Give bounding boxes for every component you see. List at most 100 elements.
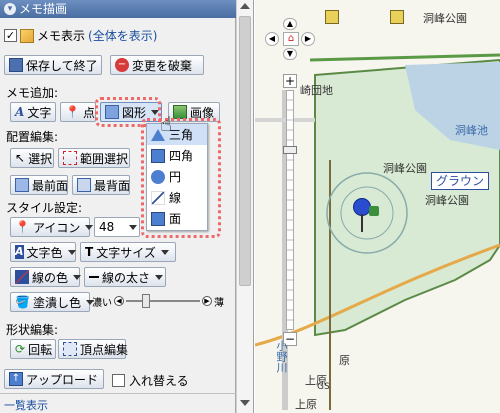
scroll-down-arrow-icon[interactable] [240, 400, 250, 406]
placed-pin-icon[interactable] [347, 198, 377, 234]
upload-button[interactable]: ↑ アップロード [4, 369, 104, 389]
slider-left-arrow-icon[interactable]: ◀ [114, 296, 124, 306]
map-label-park: 洞峰公園 [425, 194, 469, 207]
icon-size-select[interactable]: 48 [94, 217, 140, 237]
image-icon [173, 105, 187, 119]
discard-button[interactable]: − 変更を破棄 [110, 55, 204, 75]
panel-title-bar[interactable]: ▾ メモ描画 [0, 0, 236, 18]
square-icon [151, 148, 165, 163]
ground-label-box: グラウン [431, 172, 490, 190]
save-exit-button[interactable]: 保存して終了 [4, 55, 102, 75]
pan-down-icon[interactable]: ▼ [283, 48, 297, 60]
map-label-river: 小野川 [275, 340, 288, 373]
chevron-down-icon [129, 224, 137, 230]
slider-track [126, 300, 200, 302]
range-select-icon [63, 151, 77, 165]
hand-cursor-icon: ☝ [160, 112, 173, 136]
back-icon [77, 178, 91, 192]
vertex-edit-button[interactable]: 頂点編集 [58, 339, 128, 359]
discard-icon: − [115, 58, 129, 72]
text-size-icon: T [85, 245, 94, 259]
text-color-button[interactable]: A 文字色 [10, 242, 76, 262]
opacity-dark-label: 濃い [92, 298, 112, 309]
pan-left-icon[interactable]: ◀ [265, 32, 279, 46]
map-view[interactable]: ▲ ◀ ⌂ ▶ ▼ + − 洞峰公園 崎団地 洞峰池 洞峰公園 洞峰公園 グラウ… [255, 0, 500, 413]
pan-right-icon[interactable]: ▶ [301, 32, 315, 46]
map-navigation-control[interactable]: ▲ ◀ ⌂ ▶ ▼ [265, 18, 317, 62]
text-icon: A [15, 105, 25, 119]
scrollbar-thumb[interactable] [239, 16, 251, 286]
line-width-button[interactable]: 線の太さ [84, 267, 166, 287]
line-icon [151, 190, 165, 205]
slider-right-arrow-icon[interactable]: ▶ [202, 296, 212, 306]
memo-marker-icon[interactable] [390, 10, 404, 24]
text-size-button[interactable]: T 文字サイズ [80, 242, 176, 262]
chevron-down-icon [160, 249, 169, 255]
swap-row: 入れ替える [112, 372, 189, 389]
panel-scrollbar[interactable] [236, 0, 254, 413]
area-icon [151, 211, 165, 226]
shape-menu-item-line[interactable]: 線 [147, 187, 207, 208]
map-label-park: 洞峰公園 [383, 162, 427, 175]
line-color-button[interactable]: 線の色 [10, 267, 82, 287]
fill-color-button[interactable]: 🪣 塗潰し色 [10, 292, 94, 312]
rotate-button[interactable]: ⟳ 回転 [10, 339, 56, 359]
slider-thumb[interactable] [142, 294, 150, 308]
map-label-park: 洞峰公園 [423, 12, 467, 25]
home-icon[interactable]: ⌂ [283, 32, 299, 46]
vertex-icon [63, 342, 77, 356]
fill-icon: 🪣 [15, 295, 30, 309]
show-memo-label: メモ表示 [37, 29, 86, 43]
scroll-up-arrow-icon[interactable] [240, 3, 250, 9]
map-label-gs: GS [317, 382, 330, 392]
swap-label: 入れ替える [129, 374, 189, 388]
map-label-tsukuba: 崎団地 [300, 84, 333, 97]
show-memo-row: ✓ メモ表示 (全体を表示) [4, 27, 157, 44]
pin-icon: 📍 [65, 105, 80, 119]
shape-menu-item-triangle[interactable]: 三角 [147, 124, 207, 145]
line-width-icon [89, 276, 99, 278]
zoom-slider[interactable] [283, 90, 297, 330]
collapse-icon[interactable]: ▾ [4, 3, 16, 15]
shape-dropdown-menu: 三角 四角 円 線 面 [146, 123, 208, 231]
memo-marker-icon[interactable] [325, 10, 339, 24]
pin-icon: 📍 [15, 220, 30, 234]
show-memo-checkbox[interactable]: ✓ [4, 29, 17, 42]
layout-section-label: 配置編集: [6, 130, 59, 144]
show-all-link[interactable]: (全体を表示) [88, 27, 157, 44]
opacity-slider[interactable]: ◀ ▶ [114, 294, 212, 308]
add-section-label: メモ追加: [6, 86, 59, 100]
cursor-icon: ↖ [15, 151, 26, 165]
map-label-kamihara: 上原 [295, 398, 317, 411]
pan-up-icon[interactable]: ▲ [283, 18, 297, 30]
resize-handle-icon[interactable] [369, 206, 379, 216]
text-color-icon: A [15, 245, 24, 259]
shape-menu-item-circle[interactable]: 円 [147, 166, 207, 187]
shape-menu-item-area[interactable]: 面 [147, 208, 207, 229]
bring-front-button[interactable]: 最前面 [10, 175, 68, 195]
range-select-button[interactable]: 範囲選択 [58, 148, 130, 168]
add-text-button[interactable]: A 文字 [10, 102, 56, 122]
swap-checkbox[interactable] [112, 374, 125, 387]
zoom-slider-handle[interactable] [283, 146, 297, 154]
save-icon [9, 58, 23, 72]
list-view-link[interactable]: 一覧表示 [4, 397, 48, 413]
chevron-down-icon [85, 224, 94, 230]
zoom-in-button[interactable]: + [283, 74, 297, 88]
chevron-down-icon [67, 249, 76, 255]
icon-style-button[interactable]: 📍 アイコン [10, 217, 94, 237]
map-label-pond: 洞峰池 [455, 124, 488, 137]
send-back-button[interactable]: 最背面 [72, 175, 130, 195]
chevron-down-icon [73, 274, 82, 280]
line-color-icon [15, 270, 29, 284]
memo-icon [20, 28, 34, 43]
add-point-button[interactable]: 📍 点 [60, 102, 96, 122]
chevron-down-icon [155, 274, 163, 280]
circle-icon [151, 169, 165, 184]
shape-menu-item-square[interactable]: 四角 [147, 145, 207, 166]
map-label-hara: 原 [339, 354, 350, 367]
shape-section-label: 形状編集: [6, 323, 59, 337]
upload-icon: ↑ [9, 372, 23, 386]
opacity-light-label: 薄 [214, 298, 224, 309]
select-button[interactable]: ↖ 選択 [10, 148, 54, 168]
